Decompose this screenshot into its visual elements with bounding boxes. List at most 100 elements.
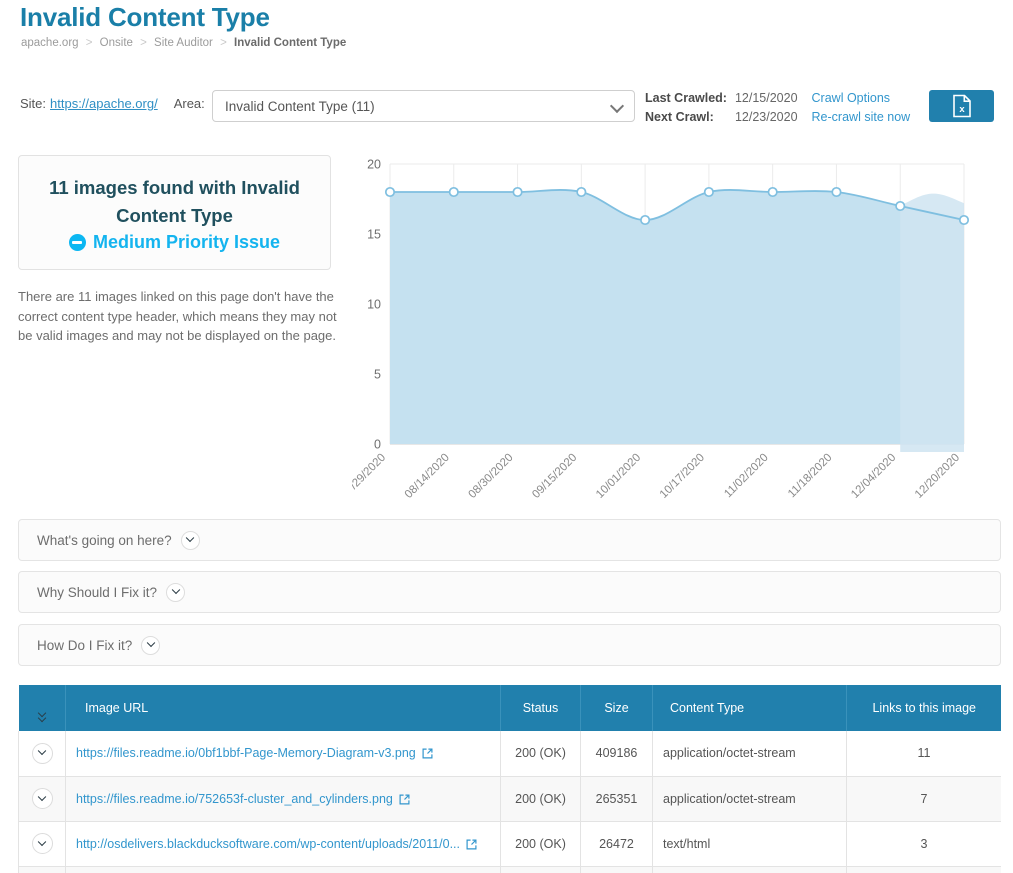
chevron-down-icon[interactable] (166, 583, 185, 602)
cell-size: 26472 (581, 821, 653, 866)
column-header-size[interactable]: Size (581, 685, 653, 731)
last-crawled-label: Last Crawled: (645, 89, 735, 108)
chart-point[interactable] (641, 216, 649, 224)
row-expand-cell[interactable] (19, 776, 66, 821)
page-title: Invalid Content Type (20, 2, 270, 33)
accordion-why-should-i-fix-it[interactable]: Why Should I Fix it? (18, 571, 1001, 613)
issue-history-chart: 05101520 07/29/202008/14/202008/30/20200… (352, 152, 1002, 507)
crawl-info: Last Crawled: 12/15/2020 Crawl Options N… (645, 89, 910, 127)
x-axis-tick-label: 11/18/2020 (786, 452, 835, 501)
priority-row: Medium Priority Issue (33, 232, 316, 253)
chart-point[interactable] (896, 202, 904, 210)
chart-point[interactable] (705, 188, 713, 196)
cell-image-url[interactable] (66, 866, 501, 873)
column-header-content-type[interactable]: Content Type (653, 685, 847, 731)
breadcrumb-item-2[interactable]: Site Auditor (154, 37, 213, 49)
chevron-down-icon[interactable] (32, 833, 53, 854)
row-expand-cell[interactable] (19, 821, 66, 866)
area-select[interactable]: Invalid Content Type (11) (212, 90, 635, 122)
chart-point[interactable] (768, 188, 776, 196)
image-url-link[interactable]: https://files.readme.io/0bf1bbf-Page-Mem… (76, 746, 416, 760)
chevron-down-icon[interactable] (141, 636, 160, 655)
cell-content-type: application/octet-stream (653, 776, 847, 821)
table-row: https://files.readme.io/0bf1bbf-Page-Mem… (19, 731, 1002, 776)
row-expand-cell[interactable] (19, 731, 66, 776)
cell-links: 7 (847, 776, 1002, 821)
breadcrumb-separator: > (140, 37, 147, 49)
external-link-icon[interactable] (466, 839, 477, 850)
cell-image-url[interactable]: http://osdelivers.blackducksoftware.com/… (66, 821, 501, 866)
recrawl-site-link[interactable]: Re-crawl site now (812, 108, 911, 127)
external-link-icon[interactable] (422, 748, 433, 759)
x-axis-tick-label: 08/14/2020 (403, 452, 452, 501)
cell-size (581, 866, 653, 873)
chart-point[interactable] (386, 188, 394, 196)
accordion-label: Why Should I Fix it? (37, 585, 157, 600)
accordion-whats-going-on[interactable]: What's going on here? (18, 519, 1001, 561)
chevron-down-icon[interactable] (32, 743, 53, 764)
results-table: Image URL Status Size Content Type Links… (18, 685, 1001, 873)
accordion-label: What's going on here? (37, 533, 172, 548)
area-label: Area: (174, 96, 205, 111)
x-axis-tick-label: 10/01/2020 (594, 452, 643, 501)
cell-status: 200 (OK) (501, 731, 581, 776)
column-header-links[interactable]: Links to this image (847, 685, 1002, 731)
column-header-status[interactable]: Status (501, 685, 581, 731)
site-area-row: Site: https://apache.org/ Area: (20, 96, 213, 111)
x-axis-tick-label: 12/04/2020 (849, 452, 898, 501)
next-crawl-value: 12/23/2020 (735, 108, 812, 127)
last-crawled-value: 12/15/2020 (735, 89, 812, 108)
cell-size: 265351 (581, 776, 653, 821)
chart-x-axis: 07/29/2020 08/14/2020 08/30/2020 09/15/2020… (352, 452, 962, 501)
x-axis-tick-label: 12/20/2020 (913, 452, 962, 501)
external-link-icon[interactable] (399, 794, 410, 805)
x-axis-tick-label: 10/17/2020 (658, 452, 707, 501)
image-url-link[interactable]: https://files.readme.io/752653f-cluster_… (76, 792, 393, 806)
next-crawl-label: Next Crawl: (645, 108, 735, 127)
breadcrumb-separator: > (86, 37, 93, 49)
y-axis-tick-label: 15 (367, 228, 381, 242)
excel-file-icon: x (952, 94, 972, 118)
x-axis-tick-label: 09/15/2020 (530, 452, 579, 501)
site-url-link[interactable]: https://apache.org/ (50, 96, 158, 111)
table-row (19, 866, 1002, 873)
breadcrumb-item-current: Invalid Content Type (234, 37, 346, 49)
cell-content-type: application/octet-stream (653, 731, 847, 776)
cell-image-url[interactable]: https://files.readme.io/0bf1bbf-Page-Mem… (66, 731, 501, 776)
chart-point[interactable] (832, 188, 840, 196)
x-axis-tick-label: 08/30/2020 (466, 452, 515, 501)
issue-headline: 11 images found with Invalid Content Typ… (33, 174, 316, 230)
chevron-down-icon[interactable] (32, 788, 53, 809)
x-axis-tick-label: 07/29/2020 (352, 452, 388, 501)
breadcrumb-item-0[interactable]: apache.org (21, 37, 79, 49)
cell-image-url[interactable]: https://files.readme.io/752653f-cluster_… (66, 776, 501, 821)
chart-point[interactable] (960, 216, 968, 224)
chart-point[interactable] (513, 188, 521, 196)
table-row: http://osdelivers.blackducksoftware.com/… (19, 821, 1002, 866)
cell-content-type: text/html (653, 821, 847, 866)
svg-text:x: x (959, 104, 965, 115)
chart-point[interactable] (450, 188, 458, 196)
minus-circle-icon (69, 234, 86, 251)
crawl-options-link[interactable]: Crawl Options (812, 89, 911, 108)
chart-point[interactable] (577, 188, 585, 196)
issue-description: There are 11 images linked on this page … (18, 287, 338, 346)
cell-size: 409186 (581, 731, 653, 776)
row-expand-cell[interactable] (19, 866, 66, 873)
chevron-down-icon[interactable] (181, 531, 200, 550)
image-url-link[interactable]: http://osdelivers.blackducksoftware.com/… (76, 837, 460, 851)
accordion-how-do-i-fix-it[interactable]: How Do I Fix it? (18, 624, 1001, 666)
table-header-row: Image URL Status Size Content Type Links… (19, 685, 1002, 731)
cell-links: 11 (847, 731, 1002, 776)
expand-all-header[interactable] (19, 685, 66, 731)
column-header-image-url[interactable]: Image URL (66, 685, 501, 731)
breadcrumb-item-1[interactable]: Onsite (100, 37, 133, 49)
cell-links (847, 866, 1002, 873)
export-excel-button[interactable]: x (929, 90, 994, 122)
breadcrumb-separator: > (220, 37, 227, 49)
y-axis-tick-label: 0 (374, 438, 381, 452)
accordion-label: How Do I Fix it? (37, 638, 132, 653)
cell-status: 200 (OK) (501, 776, 581, 821)
breadcrumb: apache.org > Onsite > Site Auditor > Inv… (21, 37, 346, 49)
cell-content-type (653, 866, 847, 873)
